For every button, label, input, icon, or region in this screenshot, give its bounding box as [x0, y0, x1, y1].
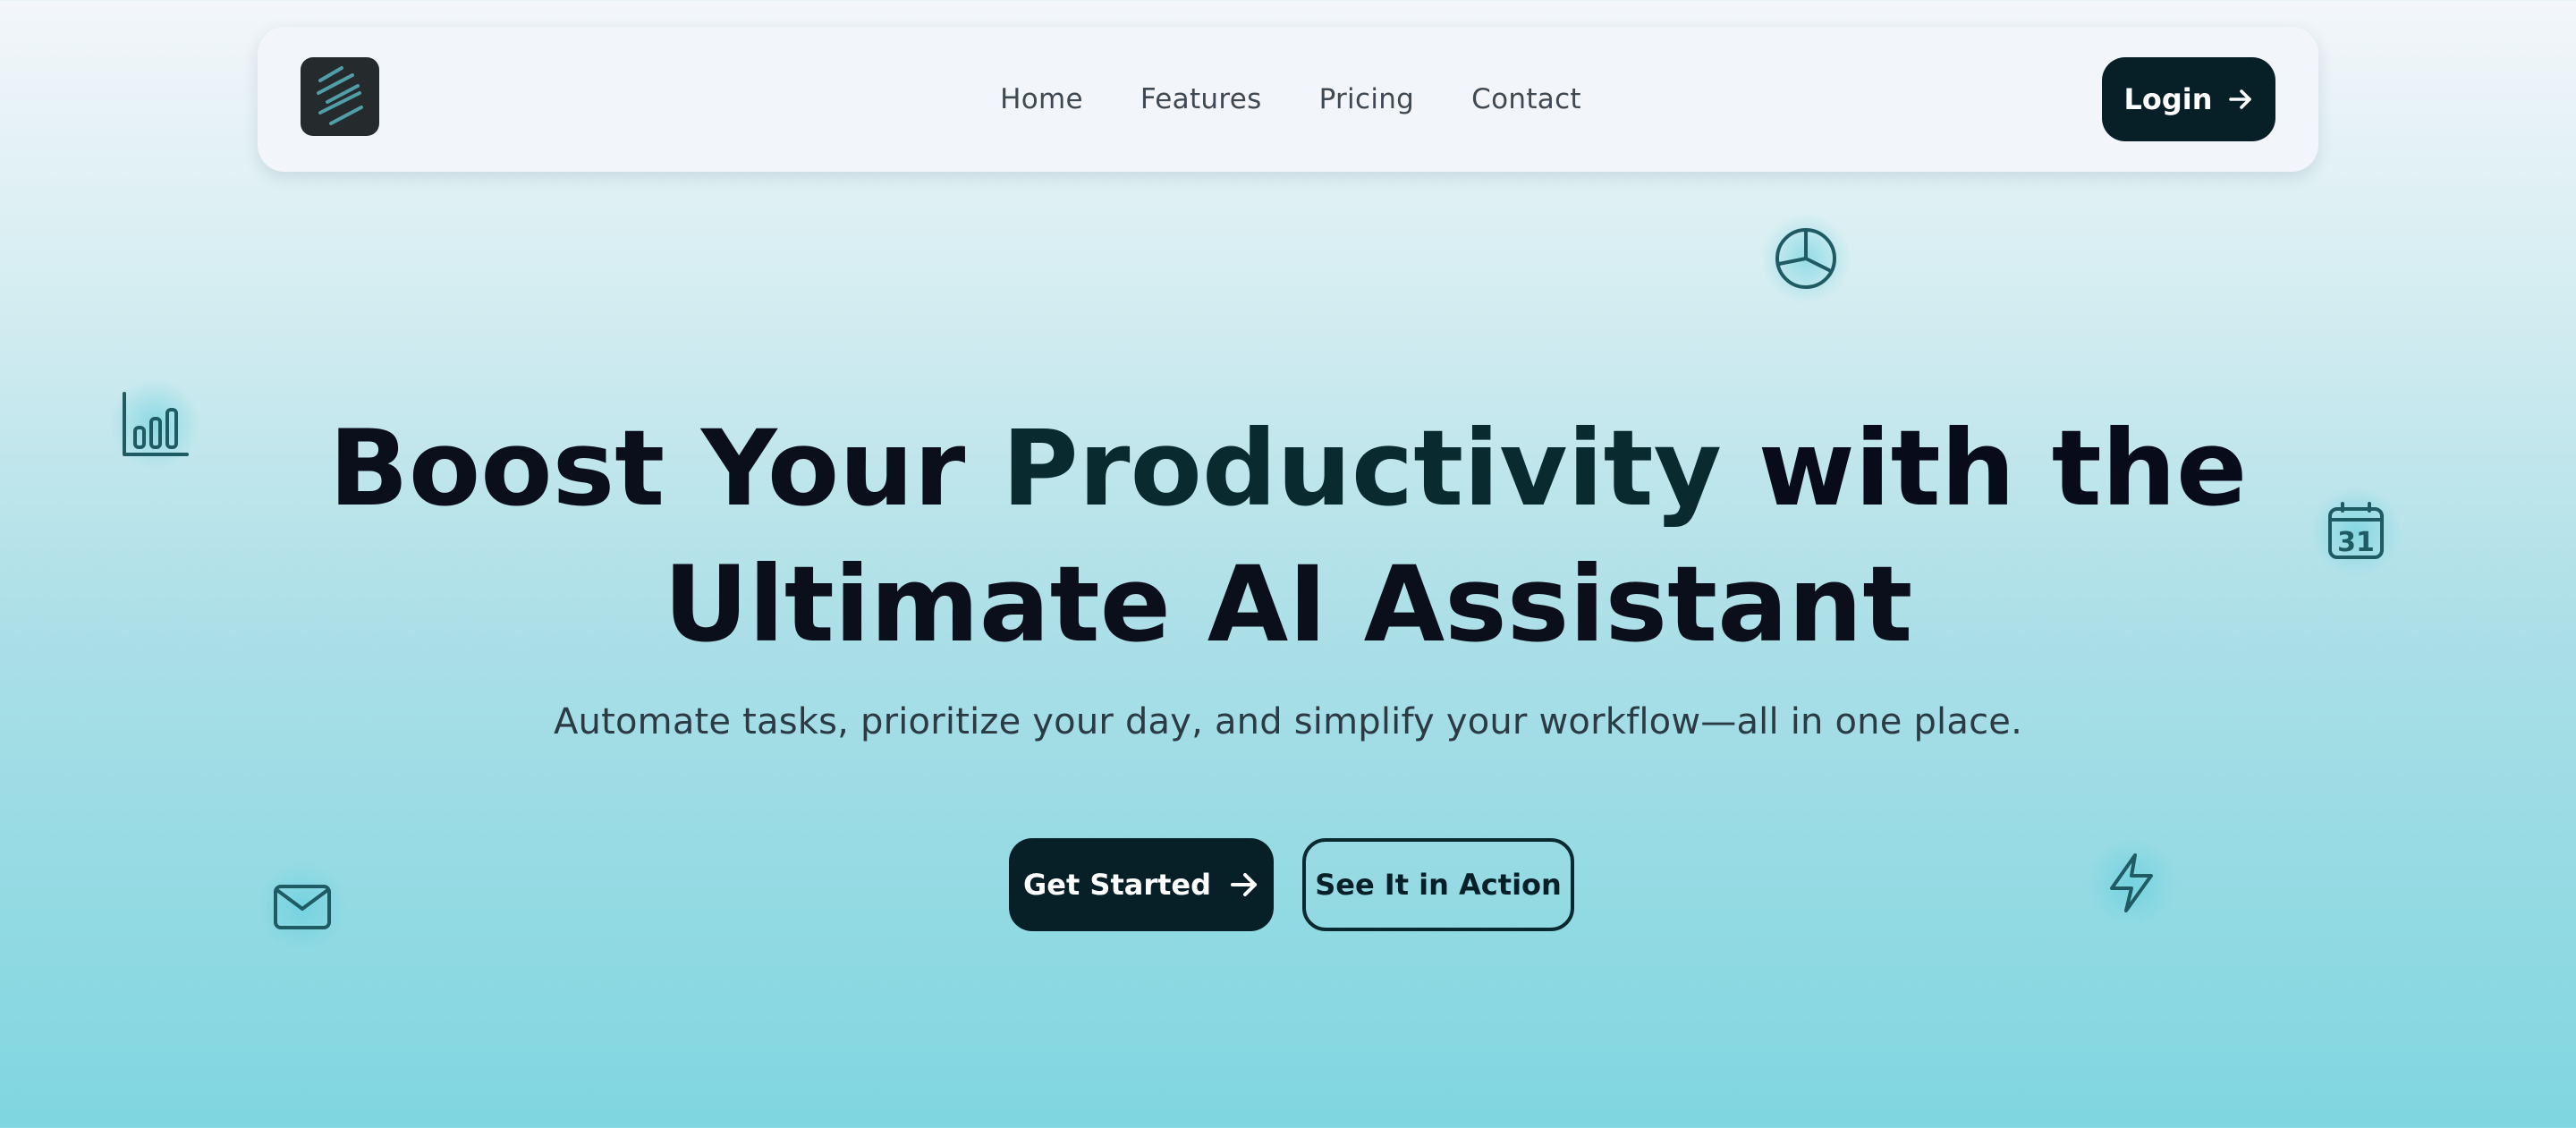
- hero-title-part: Boost Your: [328, 407, 1003, 530]
- arrow-right-icon: [1231, 873, 1258, 896]
- login-button-label: Login: [2123, 82, 2213, 116]
- nav-link-features[interactable]: Features: [1140, 83, 1262, 115]
- hero-subtitle: Automate tasks, prioritize your day, and…: [553, 701, 2022, 742]
- get-started-label: Get Started: [1022, 868, 1212, 902]
- pie-chart-icon: [1757, 209, 1855, 308]
- nav-link-pricing[interactable]: Pricing: [1319, 83, 1415, 115]
- hero-title-highlight: Productivity: [1002, 407, 1722, 530]
- nav-links: Home Features Pricing Contact: [258, 27, 2318, 172]
- hero-title-line-1: Boost Your Productivity with the: [0, 401, 2576, 537]
- nav-link-contact[interactable]: Contact: [1471, 83, 1581, 115]
- login-button[interactable]: Login: [2102, 57, 2275, 141]
- hero-title: Boost Your Productivity with the Ultimat…: [0, 401, 2576, 673]
- nav-link-home[interactable]: Home: [1000, 83, 1083, 115]
- hero-title-line-2: Ultimate AI Assistant: [663, 543, 1913, 666]
- cta-row: Get Started See It in Action: [0, 838, 2576, 931]
- navbar: Home Features Pricing Contact Login: [258, 27, 2318, 172]
- see-it-in-action-button[interactable]: See It in Action: [1302, 838, 1574, 931]
- hero-title-part: with the: [1721, 407, 2248, 530]
- see-it-in-action-label: See It in Action: [1315, 868, 1562, 902]
- get-started-button[interactable]: Get Started: [1009, 838, 1274, 931]
- arrow-right-icon: [2228, 89, 2251, 109]
